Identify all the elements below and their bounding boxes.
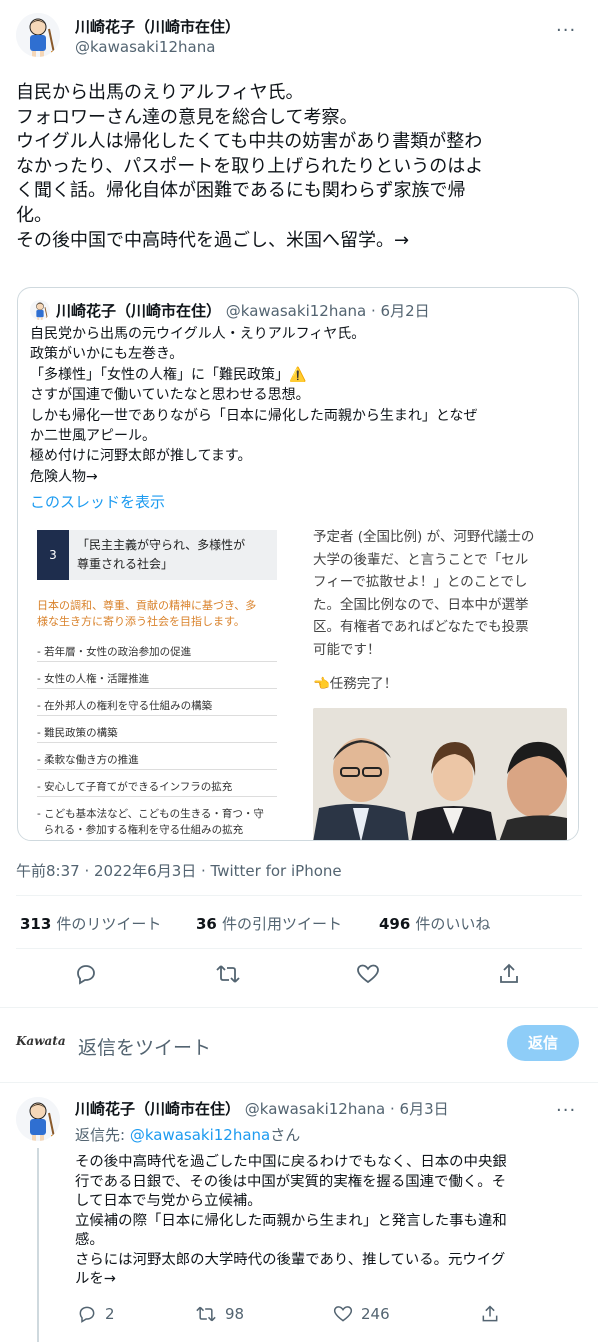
divider	[0, 1007, 598, 1008]
reply-retweet-count: 98	[225, 1305, 245, 1323]
doc-item: - 若年層・女性の政治参加の促進	[37, 646, 192, 658]
doc-item: - こども基本法など、こどもの生きる・育つ・守	[37, 808, 264, 820]
tweet-line: 化。	[16, 204, 52, 226]
tweet-line: なかったり、パスポートを取り上げられたりというのはよ	[16, 155, 484, 177]
divider	[16, 948, 582, 949]
share-button[interactable]	[497, 962, 521, 990]
doc-divider	[37, 769, 277, 770]
share-icon	[482, 1305, 498, 1322]
doc-section-number: 3	[37, 530, 69, 580]
doc-item: - 女性の人権・活躍推進	[37, 673, 150, 685]
tweet-line: その後中国で中高時代を過ごし、米国へ留学。→	[16, 229, 410, 251]
quoted-line: 自民党から出馬の元ウイグル人・えりアルフィヤ氏。	[30, 326, 366, 342]
tweet-text: 自民から出馬のえりアルフィヤ氏。 フォロワーさん達の意見を総合して考察。 ウイグ…	[16, 81, 586, 253]
quoted-author-avatar	[30, 300, 50, 320]
reply-date[interactable]: · 6月3日	[390, 1100, 449, 1118]
reply-input[interactable]: 返信をツイート	[78, 1033, 211, 1060]
quoted-line: 政策がいかにも左巻き。	[30, 346, 184, 363]
tweet-timestamp[interactable]: 午前8:37 · 2022年6月3日 · Twitter for iPhone	[16, 860, 342, 881]
divider	[16, 895, 582, 896]
quoted-line: 極め付けに河野太郎が推してます。	[30, 448, 252, 465]
doc-lead: 様な生き方に寄り添う社会を目指します。	[37, 615, 245, 628]
reply-share-button[interactable]	[480, 1304, 500, 1324]
reply-like-button[interactable]: 246	[333, 1304, 390, 1324]
reply-text: その後中高時代を過ごした中国に戻るわけでもなく、日本の中央銀 行である日銀で、そ…	[75, 1154, 507, 1287]
reply-icon	[77, 965, 95, 985]
reply-like-count: 246	[361, 1305, 390, 1323]
reply-more-options-icon[interactable]: ···	[556, 1100, 576, 1121]
avatar-figure-icon	[16, 1097, 60, 1141]
quoted-media-document[interactable]: 3 「民主主義が守られ、多様性が 尊重される社会」 日本の調和、尊重、貢献の精神…	[19, 516, 299, 840]
heart-icon	[333, 1306, 353, 1322]
reply-count: 2	[105, 1305, 115, 1323]
quoted-line: 危険人物→	[30, 468, 98, 485]
doc-heading: 尊重される社会」	[77, 557, 174, 571]
divider	[0, 1082, 598, 1083]
retweet-button[interactable]	[215, 962, 241, 990]
quoted-author-handle: @kawasaki12hana	[225, 302, 367, 320]
retweet-icon	[196, 1306, 216, 1322]
reply-icon	[79, 1306, 95, 1323]
doc-item: られる・参加する権利を守る仕組みの拡充	[37, 824, 244, 836]
doc-divider	[37, 715, 277, 716]
doc-item: - 柔軟な働き方の推進	[37, 754, 139, 766]
media-caption: 予定者 (全国比例) が、河野代議士の 大学の後輩だ、と言うことで「セル フィー…	[313, 529, 535, 658]
user-avatar-logo[interactable]: Kawata	[16, 1034, 66, 1048]
more-options-icon[interactable]: ···	[556, 20, 576, 41]
like-count[interactable]: 496 件のいいね	[379, 913, 490, 934]
quoted-line: さすが国連で働いていたなと思わせる思想。	[30, 387, 310, 404]
reply-submit-button[interactable]: 返信	[507, 1025, 579, 1061]
doc-item: - 難民政策の構築	[37, 727, 118, 739]
author-avatar[interactable]	[16, 13, 60, 57]
doc-lead: 日本の調和、尊重、貢献の精神に基づき、多	[37, 599, 257, 612]
quoted-line: か二世風アピール。	[30, 428, 156, 445]
show-thread-link[interactable]: このスレッドを表示	[30, 491, 165, 512]
tweet-line: く聞く話。帰化自体が困難であるにも関わらず家族で帰	[16, 180, 466, 202]
author-display-name[interactable]: 川崎花子（川崎市在住）	[75, 16, 240, 37]
quoted-author-name: 川崎花子（川崎市在住）	[56, 302, 222, 320]
media-done-text: 👈任務完了！	[313, 676, 398, 692]
quoted-tweet[interactable]: 川崎花子（川崎市在住） @kawasaki12hana · 6月2日 自民党から…	[17, 287, 579, 841]
retweet-count[interactable]: 313 件のリツイート	[20, 913, 161, 934]
doc-divider	[37, 796, 277, 797]
quoted-date: · 6月2日	[371, 302, 430, 320]
doc-divider	[37, 661, 277, 662]
author-handle[interactable]: @kawasaki12hana	[75, 38, 215, 56]
doc-divider	[37, 688, 277, 689]
tweet-line: フォロワーさん達の意見を総合して考察。	[16, 106, 358, 128]
replying-to-handle[interactable]: @kawasaki12hana	[130, 1126, 270, 1144]
heart-icon	[357, 964, 379, 984]
doc-divider	[37, 742, 277, 743]
reply-author-avatar[interactable]	[16, 1097, 60, 1141]
quote-count[interactable]: 36 件の引用ツイート	[196, 913, 342, 934]
thread-line	[37, 1148, 39, 1342]
doc-heading: 「民主主義が守られ、多様性が	[77, 538, 246, 552]
like-button[interactable]	[356, 962, 380, 990]
quoted-line: 「多様性」「女性の人権」に「難民政策」⚠️	[30, 366, 307, 383]
doc-item: - 安心して子育てができるインフラの拡充	[37, 781, 233, 793]
quoted-text: 自民党から出馬の元ウイグル人・えりアルフィヤ氏。 政策がいかにも左巻き。 「多様…	[30, 324, 570, 487]
avatar-figure-icon	[30, 300, 50, 320]
quoted-line: しかも帰化一世でありながら「日本に帰化した両親から生まれ」となぜ	[30, 407, 478, 424]
selfie-photo	[313, 708, 567, 840]
selfie-illustration	[313, 708, 567, 840]
reply-author-name[interactable]: 川崎花子（川崎市在住）	[75, 1100, 240, 1118]
doc-item: - 在外邦人の権利を守る仕組みの構築	[37, 700, 213, 712]
avatar-figure-icon	[16, 13, 60, 57]
tweet-line: 自民から出馬のえりアルフィヤ氏。	[16, 82, 304, 103]
replying-to: 返信先: @kawasaki12hanaさん	[75, 1126, 301, 1144]
tweet-line: ウイグル人は帰化したくても中共の妨害があり書類が整わ	[16, 131, 483, 153]
reply-author-handle[interactable]: @kawasaki12hana	[245, 1100, 385, 1118]
reply-reply-button[interactable]: 2	[77, 1304, 115, 1324]
reply-button[interactable]	[74, 962, 98, 990]
share-icon	[500, 963, 518, 983]
reply-retweet-button[interactable]: 98	[195, 1304, 244, 1324]
quoted-media-photo[interactable]: 予定者 (全国比例) が、河野代議士の 大学の後輩だ、と言うことで「セル フィー…	[301, 516, 578, 840]
retweet-icon	[216, 965, 240, 983]
